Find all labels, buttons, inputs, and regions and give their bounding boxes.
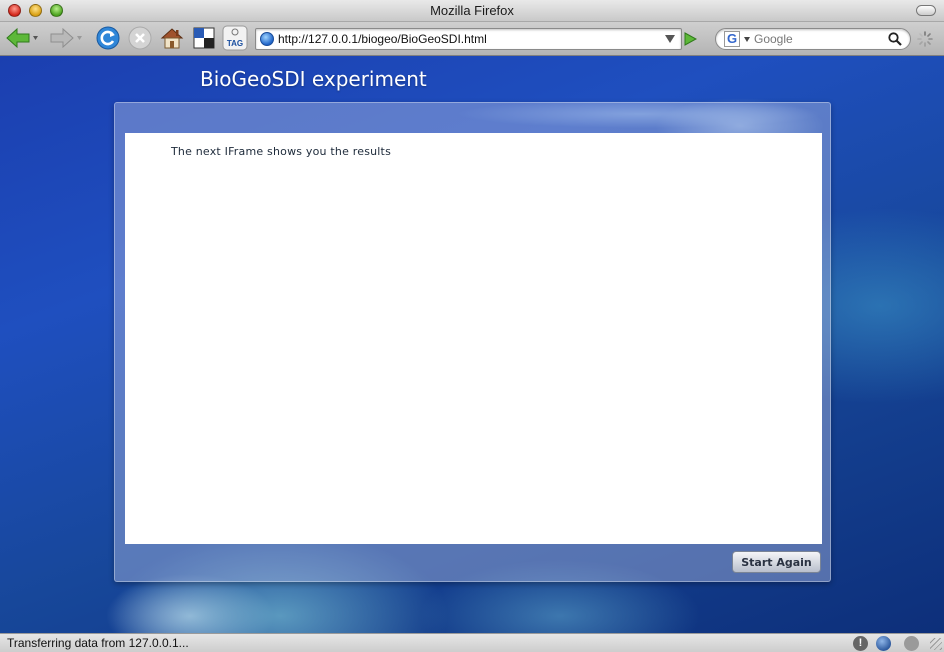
- go-arrow-icon[interactable]: [683, 31, 697, 47]
- results-panel: The next IFrame shows you the results St…: [114, 102, 831, 582]
- status-bar: Transferring data from 127.0.0.1... !: [0, 633, 944, 652]
- search-icon[interactable]: [888, 32, 902, 46]
- reload-icon: [96, 26, 120, 50]
- tag-label: TAG: [227, 39, 243, 48]
- stop-button[interactable]: [127, 25, 153, 51]
- warning-icon[interactable]: !: [853, 636, 868, 651]
- page-title: BioGeoSDI experiment: [200, 67, 427, 91]
- home-button[interactable]: [159, 25, 185, 51]
- tag-icon: TAG: [222, 25, 248, 51]
- bookmarks-button[interactable]: [191, 25, 217, 51]
- start-again-button[interactable]: Start Again: [732, 551, 821, 573]
- url-bar[interactable]: http://127.0.0.1/biogeo/BioGeoSDI.html: [255, 28, 682, 50]
- navigation-toolbar: TAG http://127.0.0.1/biogeo/BioGeoSDI.ht…: [0, 22, 944, 56]
- search-engine-icon[interactable]: G: [724, 31, 740, 47]
- forward-button[interactable]: [48, 25, 84, 51]
- home-icon: [160, 28, 184, 49]
- results-iframe[interactable]: The next IFrame shows you the results: [125, 133, 822, 544]
- url-text: http://127.0.0.1/biogeo/BioGeoSDI.html: [278, 32, 487, 46]
- stop-icon: [128, 26, 152, 50]
- back-button[interactable]: [4, 25, 40, 51]
- resize-grip-icon[interactable]: [930, 638, 942, 650]
- title-bar: Mozilla Firefox: [0, 0, 944, 22]
- page-viewport: BioGeoSDI experiment The next IFrame sho…: [0, 56, 944, 633]
- url-history-dropdown-icon[interactable]: [665, 35, 675, 43]
- status-text: Transferring data from 127.0.0.1...: [7, 636, 189, 650]
- globe-icon: [260, 32, 274, 46]
- search-placeholder: Google: [754, 32, 793, 46]
- mozilla-icon[interactable]: [876, 636, 891, 651]
- window-title: Mozilla Firefox: [430, 3, 514, 18]
- toolbar-toggle-button[interactable]: [916, 5, 936, 16]
- tag-button[interactable]: TAG: [222, 25, 248, 51]
- forward-arrow-icon: [50, 27, 82, 49]
- throbber-icon: [917, 31, 933, 47]
- search-input[interactable]: G Google: [715, 28, 911, 50]
- blocked-icon[interactable]: [904, 636, 919, 651]
- reload-button[interactable]: [95, 25, 121, 51]
- search-engine-dropdown-icon[interactable]: [744, 37, 750, 42]
- iframe-message: The next IFrame shows you the results: [171, 145, 391, 158]
- back-arrow-icon: [6, 27, 38, 49]
- bookmark-icon: [193, 27, 215, 49]
